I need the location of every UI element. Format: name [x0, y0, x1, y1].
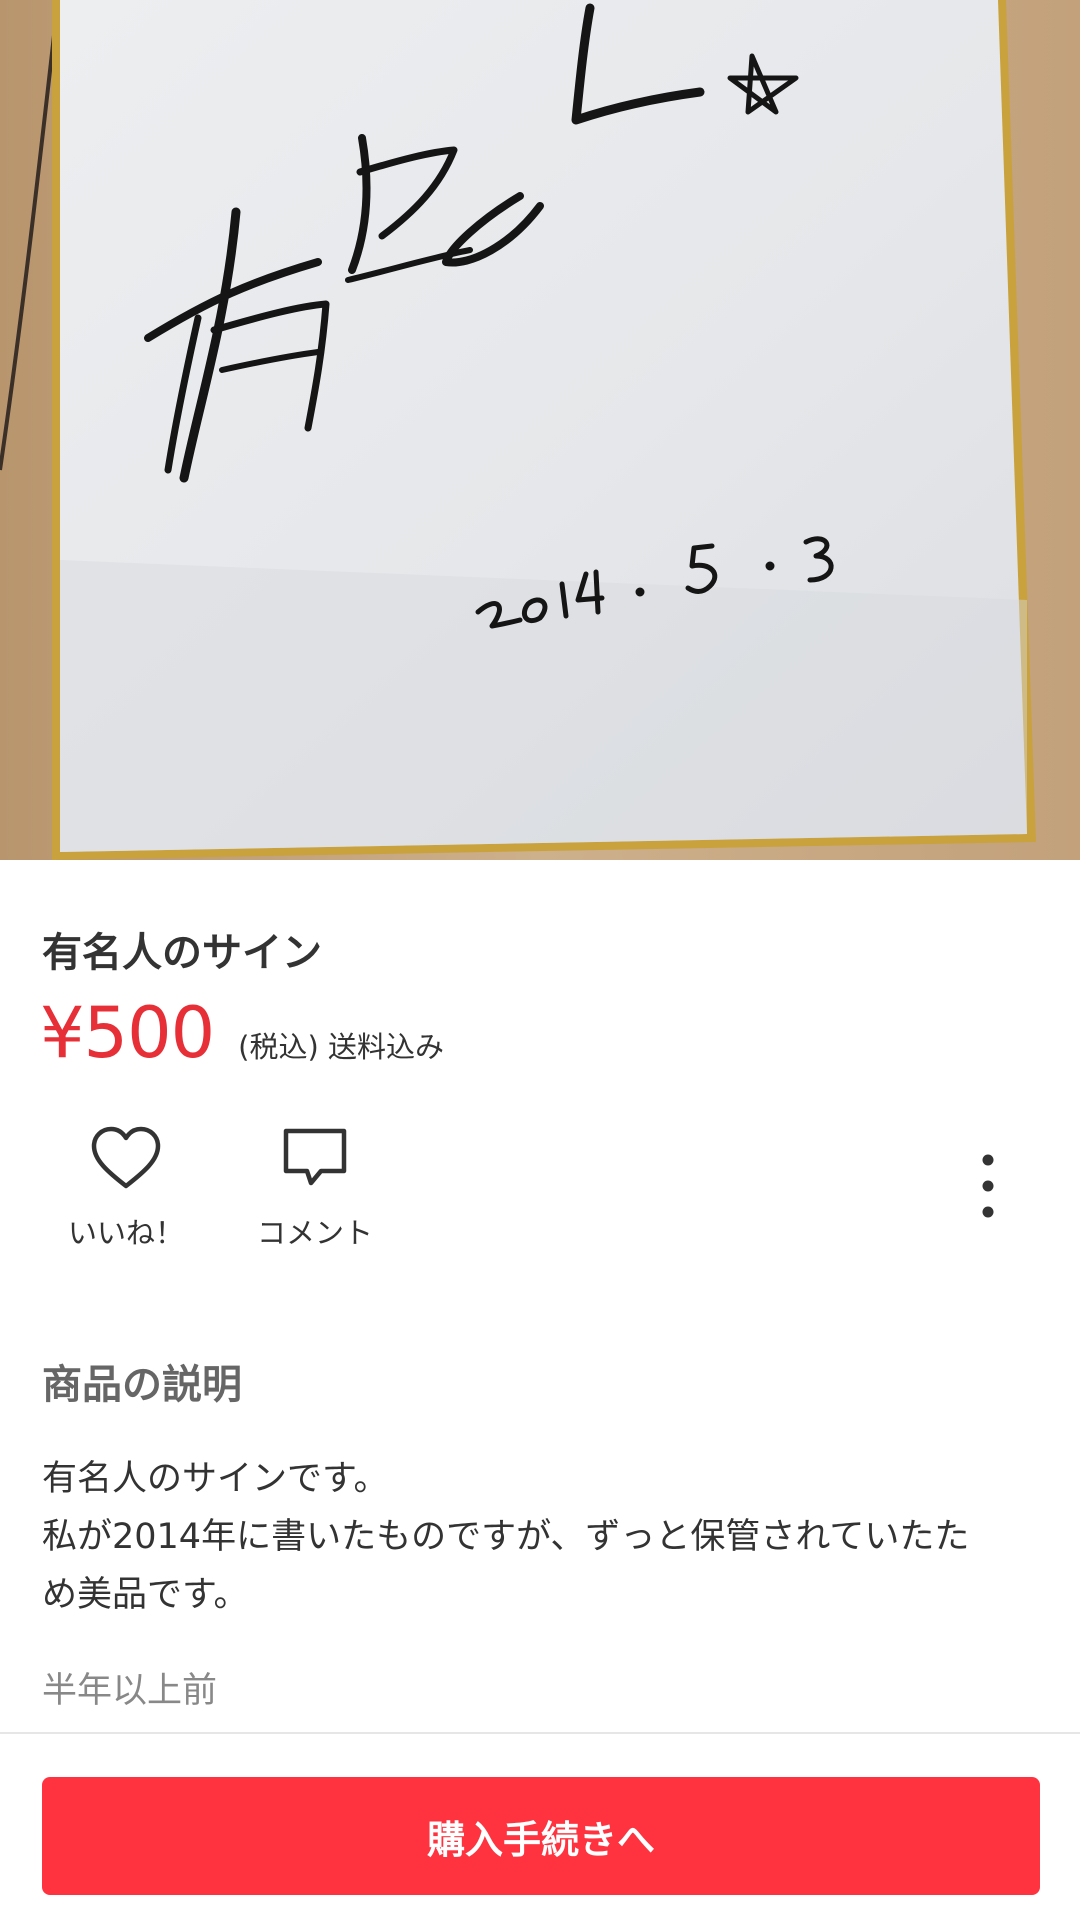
like-label: いいね！: [67, 1216, 184, 1250]
price-row: ¥500 (税込) 送料込み: [40, 992, 444, 1074]
description-body: 有名人のサインです。 私が2014年に書いたものですが、ずっと保管されていたた …: [42, 1459, 970, 1615]
more-vertical-icon: [982, 1154, 994, 1218]
heart-icon: [91, 1126, 161, 1189]
price-note: (税込) 送料込み: [238, 1030, 445, 1064]
more-options-button[interactable]: [966, 1150, 1010, 1222]
signed-board-image: [0, 0, 1080, 860]
comment-icon: [283, 1128, 347, 1186]
description-heading: 商品の説明: [42, 1362, 242, 1408]
product-photo[interactable]: [0, 0, 1080, 860]
product-price: ¥500: [40, 992, 215, 1074]
posted-time: 半年以上前: [42, 1671, 218, 1711]
purchase-button[interactable]: 購入手続きへ: [42, 1777, 1040, 1895]
like-button[interactable]: いいね！: [56, 1122, 196, 1252]
bottom-divider: [0, 1732, 1080, 1734]
comment-button[interactable]: コメント: [240, 1122, 390, 1252]
comment-label: コメント: [256, 1216, 373, 1250]
product-title: 有名人のサイン: [42, 930, 322, 976]
product-detail-page: 有名人のサイン ¥500 (税込) 送料込み いいね！ コメント 商品の説明 有…: [0, 0, 1080, 1925]
